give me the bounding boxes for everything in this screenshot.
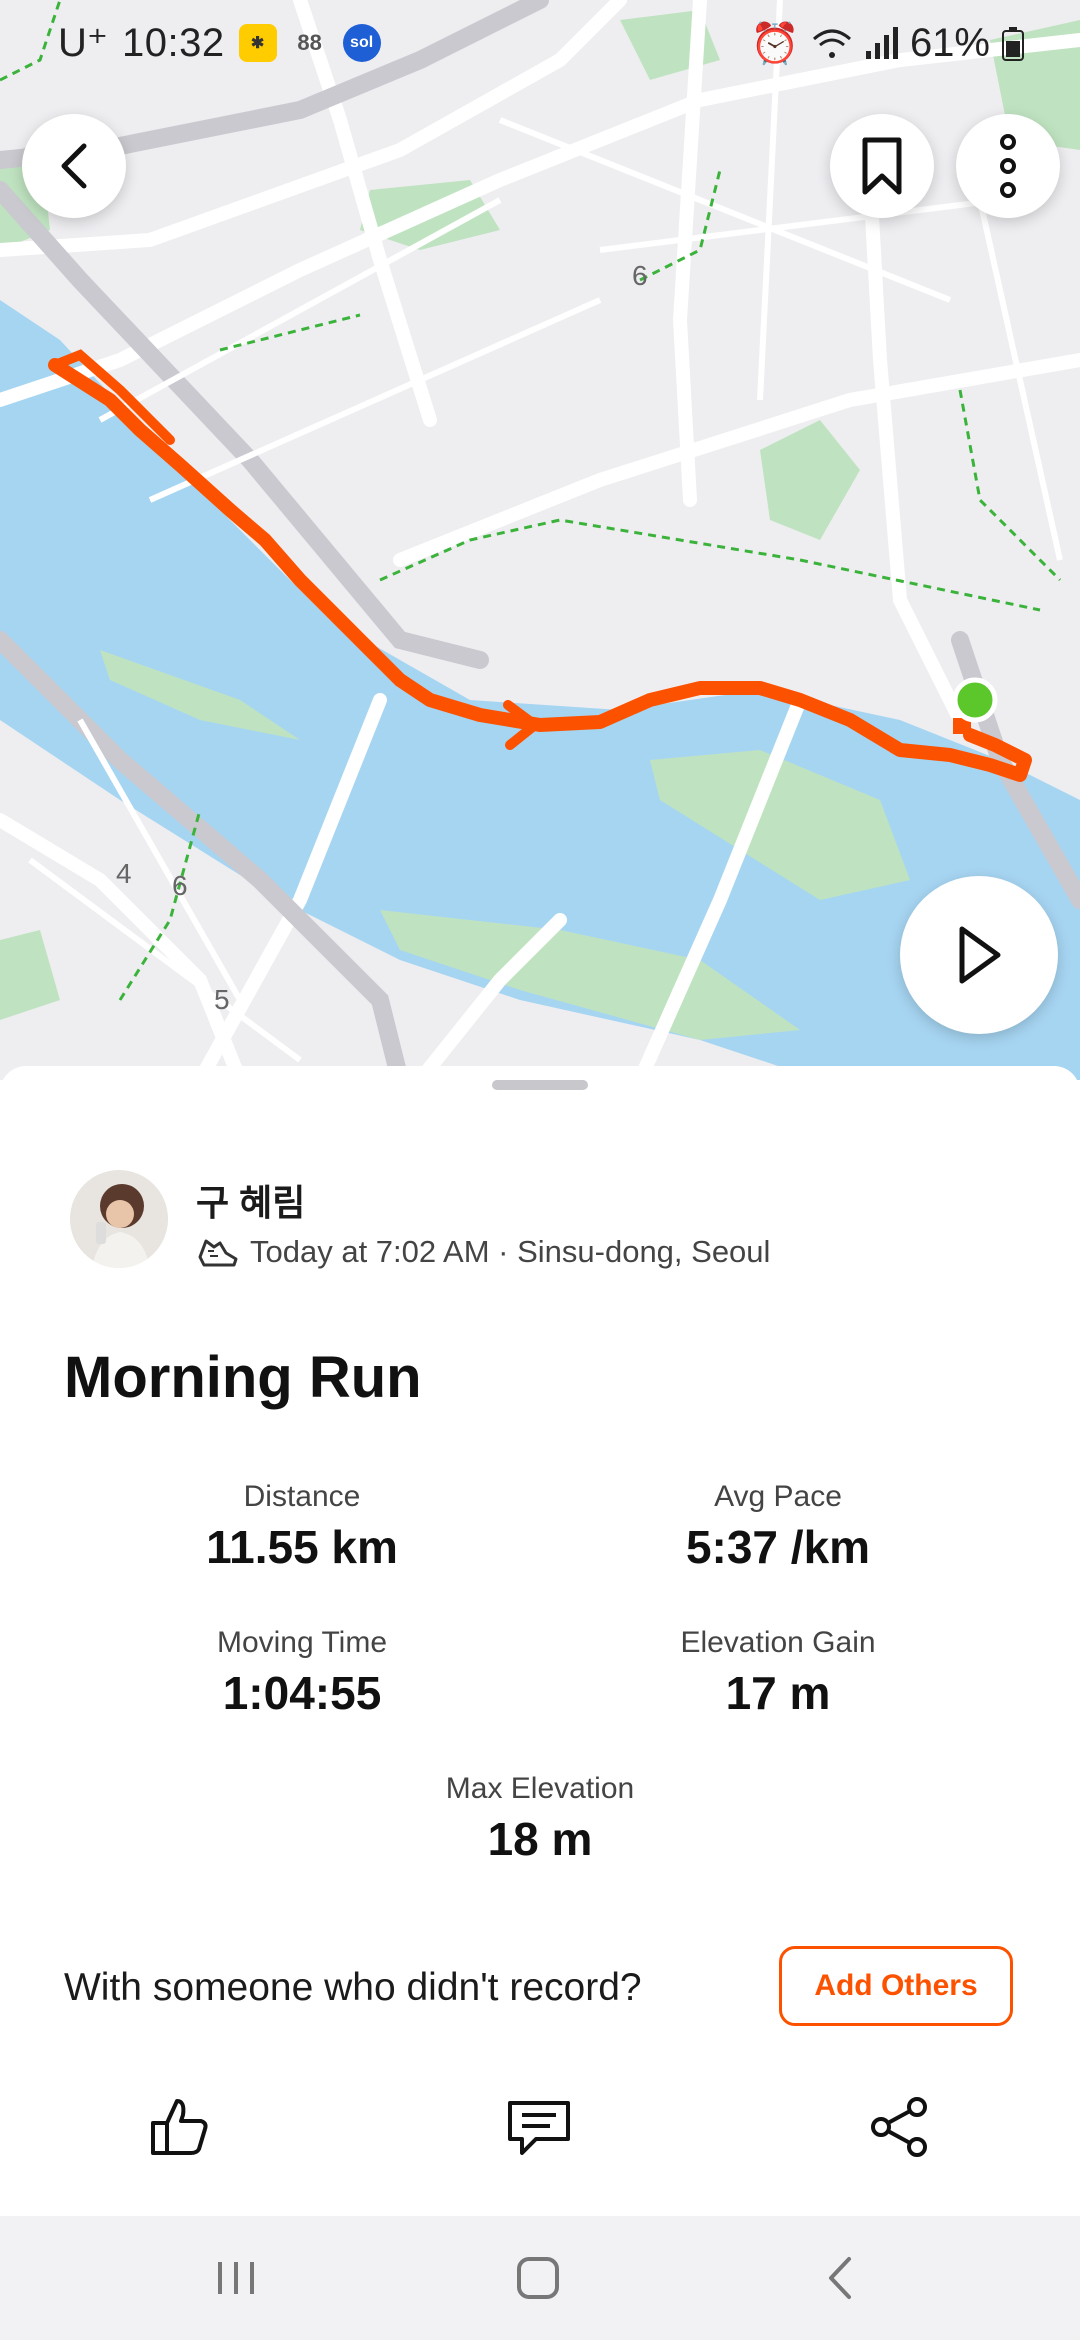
stat-label: Moving Time [216, 1626, 388, 1659]
activity-date-location: Today at 7:02 AM · Sinsu-dong, Seoul [250, 1234, 771, 1269]
play-icon [959, 926, 1001, 984]
share-button[interactable] [854, 2082, 944, 2172]
play-flyover-button[interactable] [900, 876, 1058, 1034]
run-shoe-icon [198, 1239, 238, 1267]
map-label: 5 [214, 984, 230, 1015]
map-label: 4 [116, 858, 132, 889]
battery-percent: 61% [909, 21, 990, 65]
clock: 10:32 [122, 20, 225, 65]
route-start-marker [952, 677, 998, 723]
add-others-button[interactable]: Add Others [779, 1946, 1013, 2026]
stat-avg-pace: Avg Pace 5:37 /km [538, 1480, 1018, 1574]
add-others-prompt: With someone who didn't record? [64, 1966, 642, 2009]
app-notification-icon: ✱ [238, 24, 277, 62]
share-icon [871, 2097, 927, 2157]
stat-value: 11.55 km [206, 1521, 398, 1573]
activity-meta: Today at 7:02 AM · Sinsu-dong, Seoul [196, 1234, 770, 1270]
stat-label: Max Elevation [445, 1772, 635, 1805]
system-nav-bar [0, 2216, 1080, 2340]
status-bar: U⁺ 10:32 ✱ 88 sol ⏰ 61% [0, 0, 1080, 90]
avatar-image [70, 1170, 168, 1268]
stat-label: Elevation Gain [680, 1626, 876, 1659]
sheet-drag-handle[interactable] [492, 1080, 588, 1090]
map-label: 6 [632, 260, 648, 291]
like-icon [151, 2099, 208, 2155]
stat-value: 5:37 /km [685, 1521, 871, 1573]
signal-icon [865, 26, 898, 59]
recent-apps-icon [218, 2262, 254, 2294]
like-button[interactable] [134, 2082, 224, 2172]
map-label: 6 [172, 870, 188, 901]
avatar[interactable] [70, 1170, 168, 1268]
stat-value: 17 m [725, 1667, 831, 1719]
stat-moving-time: Moving Time 1:04:55 [62, 1626, 542, 1720]
comment-button[interactable] [494, 2082, 584, 2172]
system-back-button[interactable] [800, 2246, 880, 2310]
activity-sheet: 구 혜림 Today at 7:02 AM · Sinsu-dong, Seou… [0, 1066, 1080, 2216]
home-button[interactable] [498, 2246, 578, 2310]
battery-icon [1002, 26, 1024, 61]
stat-label: Avg Pace [714, 1480, 842, 1513]
app-notification-icon: 88 [297, 30, 322, 55]
bookmark-button[interactable] [830, 114, 934, 218]
recent-apps-button[interactable] [196, 2246, 276, 2310]
bookmark-icon [862, 137, 902, 195]
activity-title: Morning Run [64, 1345, 422, 1410]
carrier-label: U⁺ [58, 21, 108, 65]
activity-actions [0, 2082, 1080, 2182]
stat-label: Distance [243, 1480, 361, 1513]
athlete-name[interactable]: 구 혜림 [196, 1174, 305, 1226]
more-vertical-icon [1000, 134, 1016, 198]
chevron-left-icon [61, 143, 87, 189]
home-icon [517, 2257, 559, 2299]
alarm-icon: ⏰ [750, 22, 800, 66]
stat-value: 18 m [487, 1813, 593, 1865]
stat-value: 1:04:55 [222, 1667, 382, 1719]
stat-max-elevation: Max Elevation 18 m [300, 1772, 780, 1866]
more-options-button[interactable] [956, 114, 1060, 218]
back-arrow-icon [829, 2257, 851, 2299]
back-button[interactable] [22, 114, 126, 218]
stat-elevation-gain: Elevation Gain 17 m [538, 1626, 1018, 1720]
comment-icon [508, 2101, 570, 2155]
wifi-icon [812, 29, 851, 58]
app-notification-icon: sol [342, 24, 381, 62]
stat-distance: Distance 11.55 km [62, 1480, 542, 1574]
